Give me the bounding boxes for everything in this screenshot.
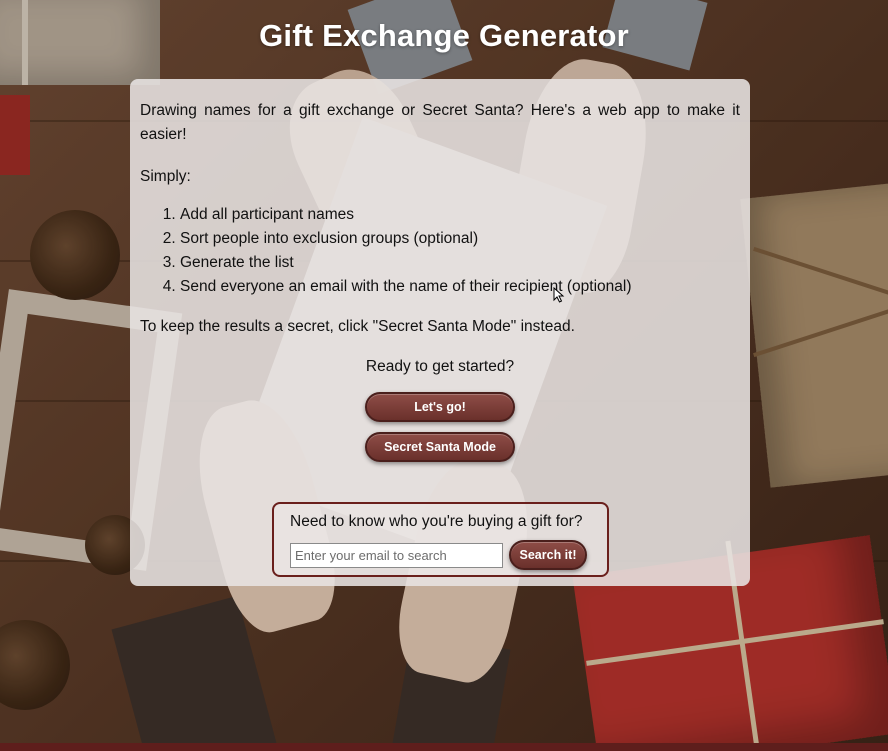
steps-list: Add all participant names Sort people in…: [140, 203, 740, 299]
ready-prompt: Ready to get started?: [365, 358, 515, 375]
bottom-bar: [0, 743, 888, 751]
intro-description: Drawing names for a gift exchange or Sec…: [140, 102, 740, 143]
secret-santa-note: To keep the results a secret, click "Sec…: [140, 318, 575, 335]
step-item: Send everyone an email with the name of …: [180, 275, 740, 299]
intro-panel: Drawing names for a gift exchange or Sec…: [130, 79, 750, 586]
step-item: Sort people into exclusion groups (optio…: [180, 227, 740, 251]
search-row: Search it!: [290, 540, 590, 570]
mouse-cursor-icon: [553, 287, 565, 303]
email-search-input[interactable]: [290, 543, 503, 568]
simply-label: Simply:: [140, 168, 191, 185]
lets-go-button[interactable]: Let's go!: [365, 392, 515, 422]
search-label: Need to know who you're buying a gift fo…: [290, 513, 583, 530]
secret-santa-mode-button[interactable]: Secret Santa Mode: [365, 432, 515, 462]
step-item: Generate the list: [180, 251, 740, 275]
recipient-search-box: Need to know who you're buying a gift fo…: [272, 502, 609, 577]
step-item: Add all participant names: [180, 203, 740, 227]
page-title: Gift Exchange Generator: [259, 18, 629, 53]
search-button[interactable]: Search it!: [509, 540, 587, 570]
